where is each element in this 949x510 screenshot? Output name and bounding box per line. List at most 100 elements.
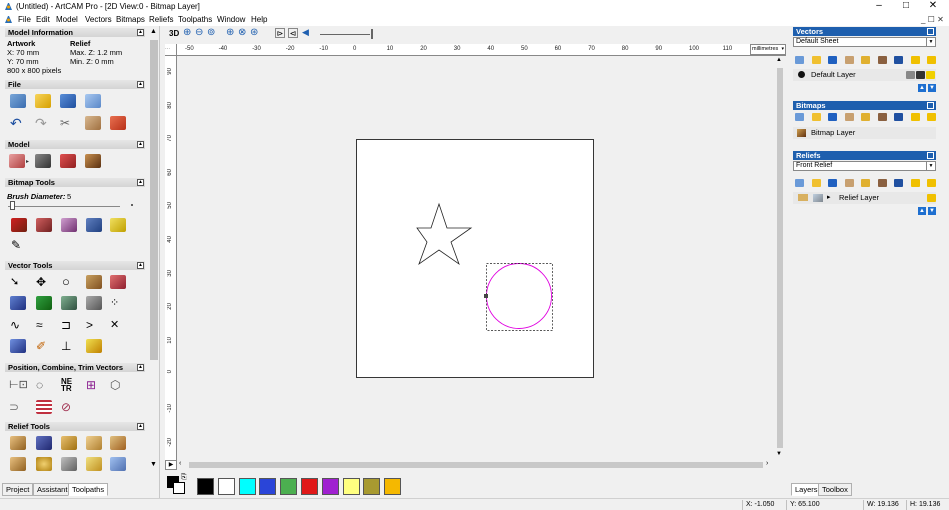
new-model-icon[interactable] [10,94,26,108]
pin-icon[interactable]: ▲ [137,81,144,88]
mirror-icon[interactable]: NE TR [61,378,77,393]
nesting-icon[interactable] [86,296,102,310]
vector-doctor-icon[interactable] [36,296,52,310]
edit-layer-icon[interactable] [916,71,925,79]
filter-icon[interactable] [910,179,920,187]
layer-lightbulb-icon[interactable] [927,113,936,121]
color-select-icon[interactable] [110,218,126,232]
blend-icon[interactable]: ◀ [302,27,309,38]
layer-visible-icon[interactable] [798,71,805,78]
model-header[interactable]: Model ▲ [5,140,145,149]
flood-fill-icon[interactable] [86,218,102,232]
swap-colors-icon[interactable]: ⎘ [181,474,187,482]
model-origin-icon[interactable] [60,154,76,168]
menu-toolpaths[interactable]: Toolpaths [178,15,212,24]
copy-icon[interactable] [844,56,854,64]
pin-icon[interactable] [927,102,934,109]
open-icon[interactable] [811,113,821,121]
paste-icon[interactable] [861,113,870,121]
scroll-down-icon[interactable]: ▼ [776,451,782,457]
position-combine-header[interactable]: Position, Combine, Trim Vectors ▲ [5,363,145,372]
tab-toolpaths[interactable]: Toolpaths [68,483,109,496]
relief-combine-icon[interactable] [813,194,823,202]
group-icon[interactable]: ⊞ [86,378,102,392]
reliefs-header[interactable]: Reliefs [793,151,936,160]
paint-line-icon[interactable] [61,218,77,232]
scroll-left-icon[interactable]: ‹ [179,460,181,467]
select-all-icon[interactable] [894,113,903,121]
scroll-right-icon[interactable]: › [766,460,768,467]
bitmap-tools-header[interactable]: Bitmap Tools ▲ [5,178,145,187]
model-info-header[interactable]: Model Information ▲ [5,28,145,37]
open-icon[interactable] [811,179,821,187]
snap-grid-icon[interactable]: ⊳ [275,28,285,38]
vector-sheet-dropdown[interactable]: Default Sheet ▼ [793,37,936,47]
paint-shape-icon[interactable] [36,218,52,232]
text-tool-icon[interactable] [86,275,102,289]
drawing-canvas[interactable] [177,57,775,460]
filter-icon[interactable] [910,56,920,64]
filter-icon[interactable] [910,113,920,121]
3d-view-button[interactable]: 3D [169,29,179,38]
scrollbar-thumb[interactable] [777,68,783,448]
join-vectors-icon[interactable]: ◌ [36,378,52,392]
menu-window[interactable]: Window [217,15,245,24]
blend-slider-track[interactable] [320,34,370,35]
smooth-curve-icon[interactable]: ∿ [10,318,26,332]
minimize-button[interactable]: – [868,0,890,13]
relief-layer-row[interactable]: ▸ Relief Layer [793,192,936,204]
menu-edit[interactable]: Edit [36,15,50,24]
pin-icon[interactable]: ▲ [137,423,144,430]
brush-slider-handle[interactable] [10,201,15,210]
paste-icon[interactable] [861,56,870,64]
color-swatch[interactable] [238,478,256,495]
relief-sheet-dropdown[interactable]: Front Relief ▼ [793,161,936,171]
move-down-icon[interactable]: ▼ [928,207,936,215]
pin-icon[interactable] [927,152,934,159]
snap-points-icon[interactable]: ⊲ [288,28,298,38]
copy-icon[interactable] [85,116,101,130]
open-icon[interactable] [811,56,821,64]
save-as-icon[interactable] [85,94,101,108]
save-icon[interactable] [60,94,76,108]
move-down-icon[interactable]: ▼ [928,84,936,92]
menu-vectors[interactable]: Vectors [85,15,112,24]
zoom-box-icon[interactable]: ⊕ [226,27,234,38]
tab-toolbox[interactable]: Toolbox [818,483,852,496]
node-editing-icon[interactable]: ⁘ [110,296,126,310]
tab-assistant[interactable]: Assistant [33,483,72,496]
text-on-curve-icon[interactable] [110,275,126,289]
pin-icon[interactable]: ▲ [137,179,144,186]
relief-tools-header[interactable]: Relief Tools ▲ [5,422,145,431]
left-panel-scrollbar[interactable]: ▲ ▼ [149,26,159,470]
texture-relief-icon[interactable] [36,457,52,471]
blend-slider-handle[interactable] [371,29,373,39]
units-selector[interactable]: millimetres ▾ [750,44,786,55]
vector-tools-header[interactable]: Vector Tools ▲ [5,261,145,270]
sculpting-icon[interactable] [86,457,102,471]
import-image-icon[interactable] [85,154,101,168]
pin-icon[interactable]: ▲ [137,29,144,36]
bitmap-to-vector-icon[interactable] [10,296,26,310]
scrollbar-thumb[interactable] [189,462,763,468]
menu-file[interactable]: File [18,15,31,24]
lock-icon[interactable] [906,71,915,79]
offset-vector-icon[interactable]: ⊐ [61,318,77,332]
secondary-color-swatch[interactable] [173,482,185,494]
color-swatch[interactable] [321,478,339,495]
new-layer-icon[interactable] [795,113,804,121]
weld-icon[interactable]: ⬡ [110,378,126,392]
shape-editor-icon[interactable] [10,436,26,450]
extrude-icon[interactable] [36,436,52,450]
measure-icon[interactable]: ⊥ [61,339,77,353]
copy-icon[interactable] [844,179,854,187]
color-swatch[interactable] [217,478,235,495]
merge-icon[interactable] [877,179,887,187]
merge-icon[interactable] [877,56,887,64]
color-swatch[interactable] [384,478,402,495]
wave-icon[interactable]: ≈ [36,318,52,332]
mdi-controls[interactable]: _ ☐ ✕ [921,15,944,24]
redo-icon[interactable]: ↷ [35,116,51,130]
save-icon[interactable] [828,56,837,64]
two-rail-sweep-icon[interactable] [110,436,126,450]
